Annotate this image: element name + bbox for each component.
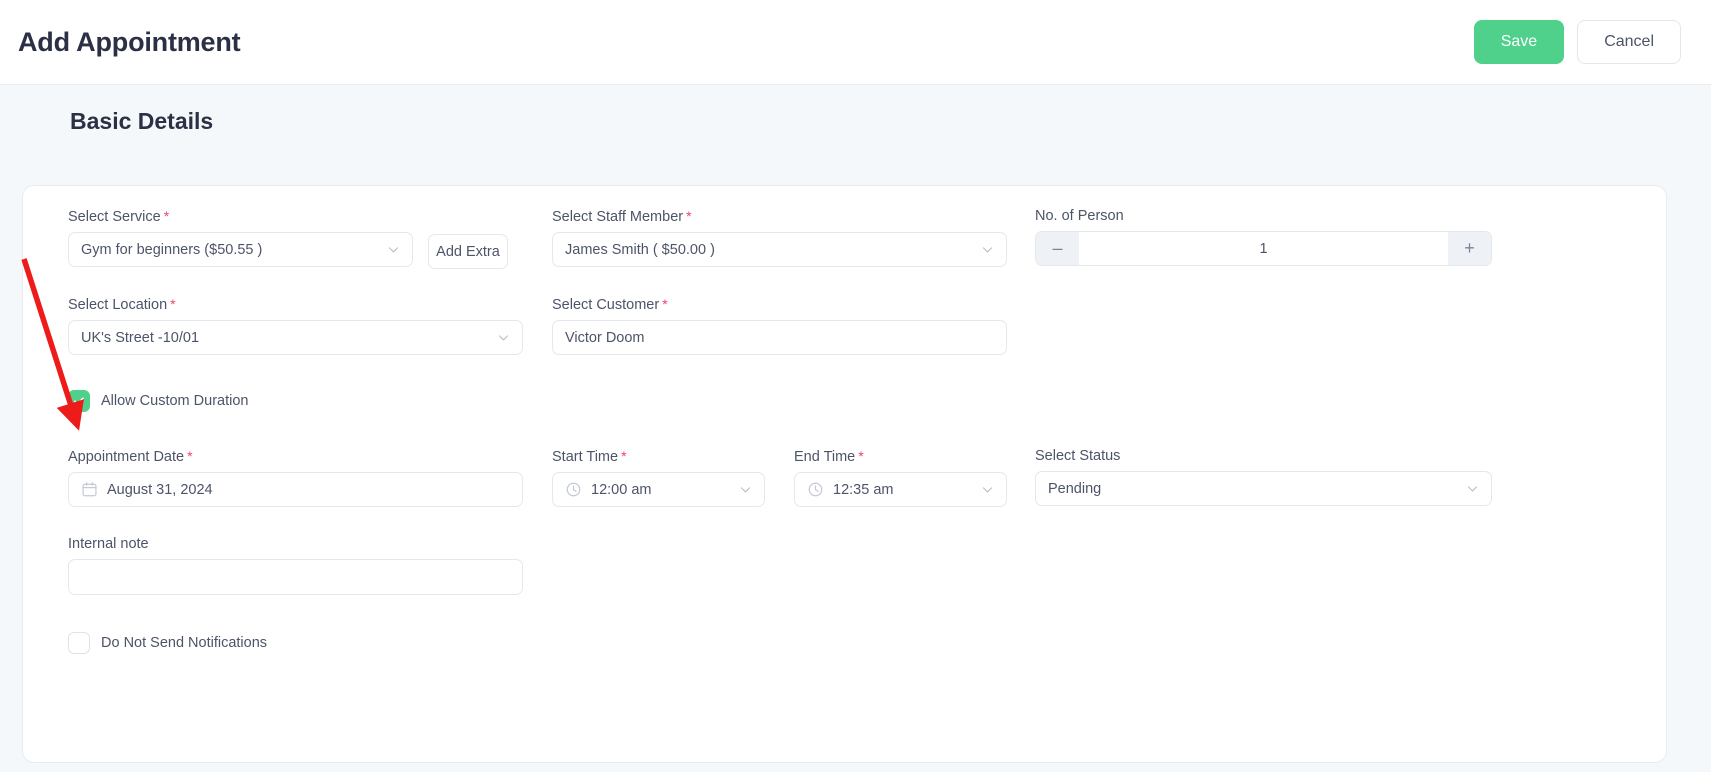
internal-note-input[interactable]	[68, 559, 523, 595]
select-status-value: Pending	[1048, 480, 1102, 497]
field-allow-custom-duration[interactable]: Allow Custom Duration	[68, 390, 248, 412]
label-select-status: Select Status	[1035, 448, 1121, 464]
field-add-extra: Add Extra	[428, 234, 508, 269]
chevron-down-icon	[981, 243, 994, 256]
decrement-person-button[interactable]: –	[1036, 232, 1079, 265]
field-select-service: Select Service * Gym for beginners ($50.5…	[68, 208, 413, 267]
chevron-down-icon	[981, 483, 994, 496]
label-start-time: Start Time *	[552, 448, 765, 465]
required-marker: *	[187, 448, 193, 464]
do-not-send-notifications-checkbox[interactable]	[68, 632, 90, 654]
required-marker: *	[170, 296, 176, 312]
end-time-dropdown[interactable]: 12:35 am	[794, 472, 1007, 507]
select-service-value: Gym for beginners ($50.55 )	[81, 241, 263, 258]
required-marker: *	[686, 208, 692, 224]
no-of-person-value: 1	[1079, 232, 1448, 265]
label-select-staff-member: Select Staff Member *	[552, 208, 1007, 225]
add-extra-button[interactable]: Add Extra	[428, 234, 508, 269]
field-appointment-date: Appointment Date * August 31, 2024	[68, 448, 523, 507]
select-customer-input[interactable]: Victor Doom	[552, 320, 1007, 355]
label-select-customer: Select Customer *	[552, 296, 1007, 313]
field-start-time: Start Time * 12:00 am	[552, 448, 765, 507]
chevron-down-icon	[739, 483, 752, 496]
allow-custom-duration-label: Allow Custom Duration	[101, 393, 249, 409]
label-select-service: Select Service *	[68, 208, 413, 225]
page-title: Add Appointment	[18, 26, 241, 57]
label-no-of-person: No. of Person	[1035, 208, 1124, 224]
select-status-dropdown[interactable]: Pending	[1035, 471, 1492, 506]
field-no-of-person: No. of Person – 1 +	[1035, 208, 1492, 266]
do-not-send-notifications-label: Do Not Send Notifications	[101, 635, 268, 651]
field-do-not-send-notifications[interactable]: Do Not Send Notifications	[68, 632, 267, 654]
basic-details-card: Select Service * Gym for beginners ($50.5…	[22, 185, 1667, 763]
label-appointment-date-text: Appointment Date	[68, 449, 185, 465]
select-customer-value: Victor Doom	[565, 329, 645, 346]
start-time-value: 12:00 am	[591, 481, 652, 498]
increment-person-button[interactable]: +	[1448, 232, 1491, 265]
allow-custom-duration-checkbox[interactable]	[68, 390, 90, 412]
end-time-value: 12:35 am	[833, 481, 894, 498]
chevron-down-icon	[1466, 482, 1479, 495]
label-end-time-text: End Time	[794, 449, 856, 465]
select-location-dropdown[interactable]: UK's Street -10/01	[68, 320, 523, 355]
cancel-button[interactable]: Cancel	[1577, 20, 1681, 64]
top-bar: Add Appointment Save Cancel	[0, 0, 1711, 85]
clock-icon	[807, 481, 824, 498]
field-internal-note: Internal note	[68, 536, 523, 595]
section-title-basic-details: Basic Details	[70, 108, 214, 134]
save-button[interactable]: Save	[1473, 20, 1565, 64]
select-staff-member-value: James Smith ( $50.00 )	[565, 241, 715, 258]
required-marker: *	[621, 448, 627, 464]
label-select-service-text: Select Service	[68, 209, 161, 225]
label-end-time: End Time *	[794, 448, 1007, 465]
required-marker: *	[662, 296, 668, 312]
required-marker: *	[163, 208, 170, 224]
start-time-dropdown[interactable]: 12:00 am	[552, 472, 765, 507]
appointment-date-input[interactable]: August 31, 2024	[68, 472, 523, 507]
field-select-status: Select Status Pending	[1035, 448, 1492, 506]
label-start-time-text: Start Time	[552, 449, 619, 465]
label-select-location: Select Location *	[68, 296, 523, 313]
check-icon	[74, 397, 84, 405]
label-select-customer-text: Select Customer	[552, 297, 660, 313]
field-select-staff-member: Select Staff Member * James Smith ( $50.0…	[552, 208, 1007, 267]
label-select-staff-member-text: Select Staff Member	[552, 209, 684, 225]
calendar-icon	[81, 481, 98, 498]
select-location-value: UK's Street -10/01	[81, 329, 200, 346]
chevron-down-icon	[497, 331, 510, 344]
appointment-date-value: August 31, 2024	[107, 481, 213, 498]
no-of-person-stepper[interactable]: – 1 +	[1035, 231, 1492, 266]
label-select-location-text: Select Location	[68, 297, 168, 313]
required-marker: *	[858, 448, 864, 464]
label-appointment-date: Appointment Date *	[68, 448, 523, 465]
label-internal-note: Internal note	[68, 536, 149, 552]
top-bar-actions: Save Cancel	[1473, 20, 1681, 64]
field-select-customer: Select Customer * Victor Doom	[552, 296, 1007, 355]
field-end-time: End Time * 12:35 am	[794, 448, 1007, 507]
chevron-down-icon	[387, 243, 400, 256]
clock-icon	[565, 481, 582, 498]
add-appointment-page: Add Appointment Save Cancel Basic Detail…	[0, 0, 1711, 772]
field-select-location: Select Location * UK's Street -10/01	[68, 296, 523, 355]
select-service-dropdown[interactable]: Gym for beginners ($50.55 )	[68, 232, 413, 267]
select-staff-member-dropdown[interactable]: James Smith ( $50.00 )	[552, 232, 1007, 267]
